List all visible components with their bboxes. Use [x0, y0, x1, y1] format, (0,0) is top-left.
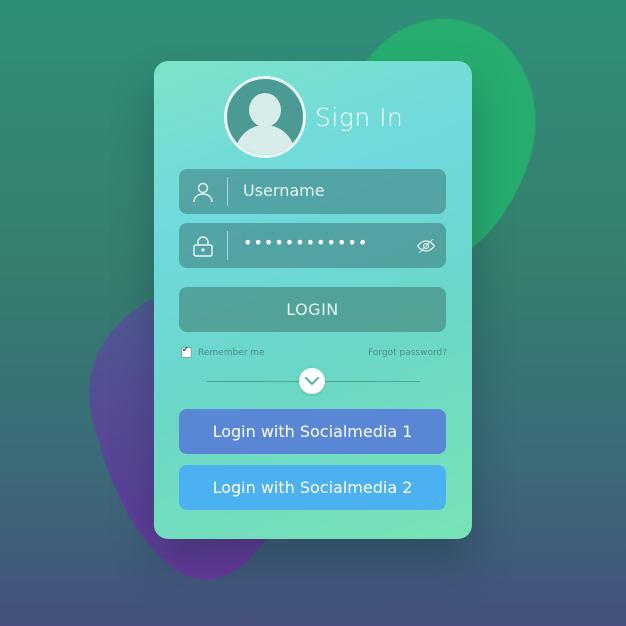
- password-field[interactable]: ••••••••••••: [179, 223, 446, 268]
- avatar-head: [249, 93, 281, 127]
- field-separator: [227, 231, 228, 260]
- field-separator: [227, 177, 228, 206]
- eye-icon[interactable]: [416, 236, 436, 256]
- username-field[interactable]: Username: [179, 169, 446, 214]
- password-input[interactable]: ••••••••••••: [243, 233, 368, 252]
- login-button[interactable]: LOGIN: [179, 287, 446, 332]
- social-login-2-button[interactable]: Login with Socialmedia 2: [179, 465, 446, 510]
- chevron-down-icon: [305, 377, 319, 385]
- avatar-body: [235, 125, 295, 155]
- remember-checkbox[interactable]: [181, 345, 192, 358]
- social-login-1-button[interactable]: Login with Socialmedia 1: [179, 409, 446, 454]
- page-title: Sign In: [315, 103, 404, 132]
- lock-icon: [193, 236, 213, 257]
- username-input[interactable]: Username: [243, 181, 325, 200]
- forgot-password-link[interactable]: Forgot password?: [368, 348, 447, 358]
- signin-card: Sign In Username •••••••••••• LOGIN Reme…: [154, 61, 472, 539]
- avatar: [224, 76, 306, 158]
- expand-button[interactable]: [299, 368, 325, 394]
- remember-me[interactable]: Remember me: [181, 345, 265, 358]
- user-icon: [193, 182, 213, 203]
- remember-label: Remember me: [198, 347, 265, 358]
